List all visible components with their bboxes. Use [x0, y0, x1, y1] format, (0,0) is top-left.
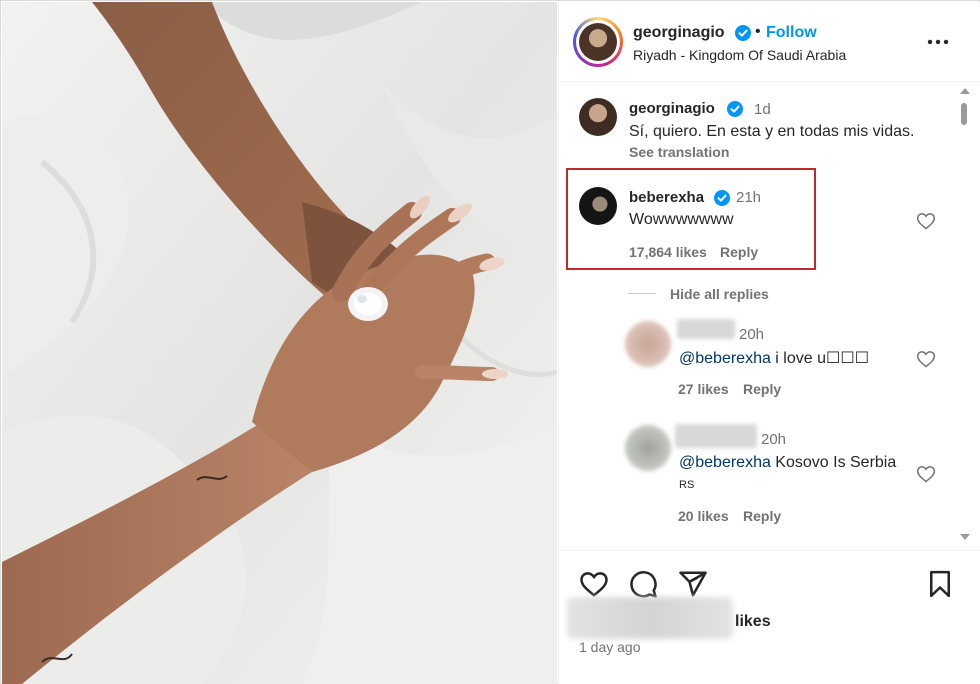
- hide-all-replies-button[interactable]: Hide all replies: [670, 286, 769, 302]
- avatar[interactable]: [579, 98, 617, 136]
- replies-divider-line: [628, 293, 656, 294]
- author-avatar[interactable]: [573, 17, 623, 67]
- comment-time[interactable]: 20h: [761, 431, 786, 448]
- scroll-thumb[interactable]: [961, 103, 967, 125]
- heart-icon[interactable]: [916, 211, 936, 231]
- post-photo: [2, 2, 557, 684]
- see-translation-link[interactable]: See translation: [629, 144, 729, 160]
- comment-username[interactable]: beberexha: [629, 189, 704, 206]
- reply-button[interactable]: Reply: [743, 508, 781, 524]
- heart-icon[interactable]: [916, 464, 936, 484]
- redacted-likes-count: [567, 597, 733, 639]
- bookmark-icon[interactable]: [925, 569, 955, 599]
- verified-icon: [714, 190, 730, 206]
- verified-icon: [735, 25, 751, 41]
- avatar[interactable]: [625, 321, 671, 367]
- comment-time[interactable]: 20h: [739, 326, 764, 343]
- post-actions: likes 1 day ago: [559, 550, 980, 684]
- comment-time[interactable]: 1d: [754, 101, 771, 118]
- post-dialog: georginagio • Follow Riyadh - Kingdom Of…: [0, 0, 980, 684]
- post-header: georginagio • Follow Riyadh - Kingdom Of…: [559, 2, 980, 82]
- mention-link[interactable]: @beberexha: [679, 454, 771, 471]
- author-username[interactable]: georginagio: [633, 24, 725, 42]
- redacted-username: [675, 424, 757, 448]
- caption-text: Sí, quiero. En esta y en todas mis vidas…: [629, 123, 915, 140]
- post-location[interactable]: Riyadh - Kingdom Of Saudi Arabia: [633, 47, 846, 63]
- comments-scrollbar[interactable]: [955, 83, 973, 550]
- comment-text: @beberexha Kosovo Is Serbia: [679, 454, 897, 471]
- flag-icon: RS: [679, 479, 695, 491]
- likes-label[interactable]: likes: [735, 613, 771, 631]
- post-timestamp[interactable]: 1 day ago: [579, 639, 641, 655]
- comment-likes[interactable]: 17,864 likes: [629, 244, 707, 260]
- more-options-icon[interactable]: [926, 32, 950, 52]
- scroll-down-icon[interactable]: [960, 534, 970, 540]
- reply-button[interactable]: Reply: [743, 381, 781, 397]
- comment-text: @beberexha i love u☐☐☐: [679, 350, 870, 367]
- mention-link[interactable]: @beberexha: [679, 350, 771, 367]
- comments-list[interactable]: georginagio 1d Sí, quiero. En esta y en …: [559, 83, 980, 550]
- avatar[interactable]: [579, 187, 617, 225]
- comment-username[interactable]: georginagio: [629, 100, 715, 117]
- comment-likes[interactable]: 27 likes: [678, 381, 729, 397]
- post-image: [2, 2, 557, 684]
- scroll-up-icon[interactable]: [960, 88, 970, 94]
- separator-dot: •: [755, 23, 761, 40]
- heart-icon[interactable]: [916, 349, 936, 369]
- avatar[interactable]: [625, 425, 671, 471]
- comment-icon[interactable]: [628, 569, 658, 599]
- follow-button[interactable]: Follow: [766, 24, 817, 42]
- comment-likes[interactable]: 20 likes: [678, 508, 729, 524]
- post-side-panel: georginagio • Follow Riyadh - Kingdom Of…: [558, 2, 980, 684]
- comment-time[interactable]: 21h: [736, 189, 761, 206]
- reply-button[interactable]: Reply: [720, 244, 758, 260]
- redacted-username: [677, 319, 735, 339]
- heart-icon[interactable]: [579, 569, 609, 599]
- comment-text: Wowwwwwww: [629, 211, 734, 228]
- verified-icon: [727, 101, 743, 117]
- share-icon[interactable]: [678, 569, 708, 599]
